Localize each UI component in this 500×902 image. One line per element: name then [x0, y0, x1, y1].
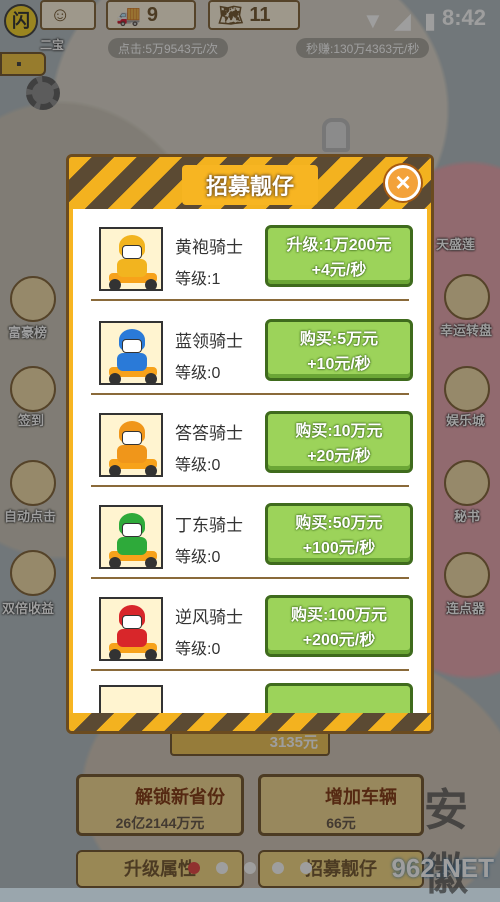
rider-row-partial	[91, 671, 413, 713]
buy-button[interactable]	[265, 683, 413, 713]
wheel-shape	[145, 279, 157, 289]
rider-avatar-icon	[99, 685, 163, 713]
rider-row: 蓝领骑士 等级:0 购买:5万元 +10元/秒	[91, 303, 413, 395]
wheel-shape	[145, 373, 157, 383]
close-button[interactable]: ×	[385, 165, 421, 201]
wheel-shape	[109, 465, 121, 475]
rider-row: 答答骑士 等级:0 购买:10万元 +20元/秒	[91, 395, 413, 487]
wheel-shape	[145, 557, 157, 567]
button-income: +100元/秒	[302, 540, 376, 557]
button-income: +4元/秒	[311, 262, 367, 279]
button-price: 购买:10万元	[295, 423, 383, 440]
buy-button[interactable]: 购买:50万元 +100元/秒	[265, 503, 413, 565]
wheel-shape	[145, 465, 157, 475]
upgrade-button[interactable]: 升级:1万200元 +4元/秒	[265, 225, 413, 287]
rider-name: 答答骑士	[175, 424, 243, 443]
rider-avatar-icon	[99, 505, 163, 569]
rider-row: 逆风骑士 等级:0 购买:100万元 +200元/秒	[91, 579, 413, 671]
face-shape	[122, 339, 142, 353]
button-price: 购买:100万元	[290, 607, 388, 624]
face-shape	[122, 615, 142, 629]
rider-avatar-icon	[99, 227, 163, 291]
button-income: +10元/秒	[307, 356, 371, 373]
button-price: 购买:5万元	[299, 331, 379, 348]
recruit-dialog: 招募靓仔 × 黄袍骑士 等级:1 升级:1万200元 +4元/秒 蓝领骑士 等级…	[66, 154, 434, 734]
buy-button[interactable]: 购买:100万元 +200元/秒	[265, 595, 413, 657]
rider-row: 丁东骑士 等级:0 购买:50万元 +100元/秒	[91, 487, 413, 579]
buy-button[interactable]: 购买:10万元 +20元/秒	[265, 411, 413, 473]
rider-row: 黄袍骑士 等级:1 升级:1万200元 +4元/秒	[91, 209, 413, 301]
rider-body	[117, 629, 147, 647]
rider-level: 等级:0	[175, 365, 221, 382]
rider-name: 蓝领骑士	[175, 332, 243, 351]
wheel-shape	[109, 649, 121, 659]
rider-avatar-icon	[99, 597, 163, 661]
rider-level: 等级:0	[175, 641, 221, 658]
rider-body	[117, 445, 147, 463]
rider-body	[117, 259, 147, 277]
wheel-shape	[145, 649, 157, 659]
buy-button[interactable]: 购买:5万元 +10元/秒	[265, 319, 413, 381]
rider-level: 等级:1	[175, 271, 221, 288]
button-income: +20元/秒	[307, 448, 371, 465]
rider-avatar-icon	[99, 413, 163, 477]
rider-body	[117, 353, 147, 371]
button-price: 购买:50万元	[295, 515, 383, 532]
wheel-shape	[109, 373, 121, 383]
button-price: 升级:1万200元	[286, 237, 392, 254]
rider-name: 逆风骑士	[175, 608, 243, 627]
face-shape	[122, 431, 142, 445]
face-shape	[122, 245, 142, 259]
button-income: +200元/秒	[302, 632, 376, 649]
rider-body	[117, 537, 147, 555]
face-shape	[122, 523, 142, 537]
wheel-shape	[109, 279, 121, 289]
rider-level: 等级:0	[175, 549, 221, 566]
rider-avatar-icon	[99, 321, 163, 385]
dialog-title: 招募靓仔	[181, 165, 319, 205]
rider-level: 等级:0	[175, 457, 221, 474]
rider-list[interactable]: 黄袍骑士 等级:1 升级:1万200元 +4元/秒 蓝领骑士 等级:0 购买:5万…	[73, 209, 427, 713]
rider-name: 黄袍骑士	[175, 238, 243, 257]
dialog-footer	[69, 713, 431, 731]
wheel-shape	[109, 557, 121, 567]
rider-name: 丁东骑士	[175, 516, 243, 535]
